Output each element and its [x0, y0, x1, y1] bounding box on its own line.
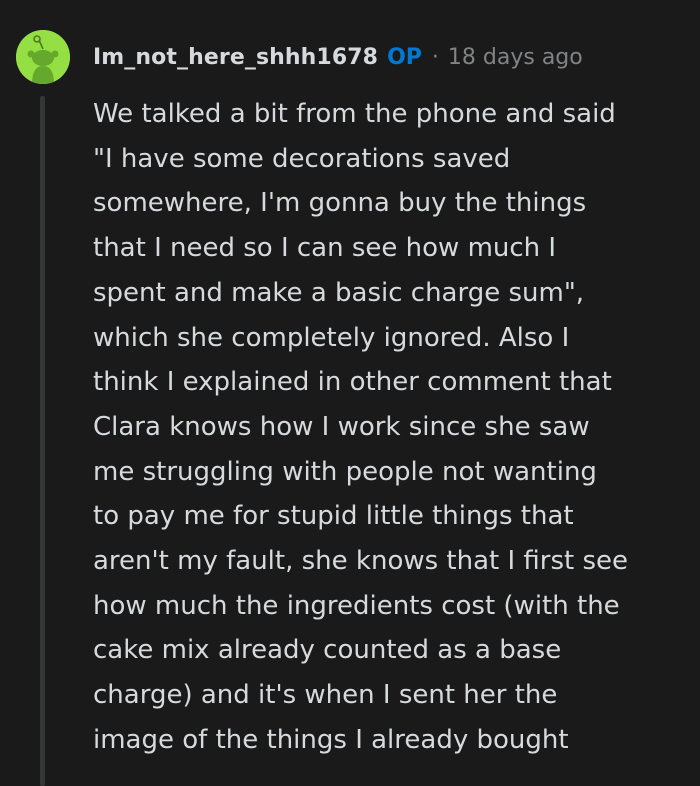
- comment-body-line: to pay me for stupid little things that: [93, 501, 574, 532]
- comment-body-line: me struggling with people not wanting: [93, 456, 597, 487]
- op-badge: OP: [387, 44, 422, 70]
- comment-body-line: somewhere, I'm gonna buy the things: [93, 188, 587, 219]
- comment-body-line: Clara knows how I work since she saw: [93, 411, 590, 442]
- comment-body: We talked a bit from the phone and said …: [93, 92, 683, 763]
- comment-body-line: We talked a bit from the phone and said: [93, 99, 616, 129]
- comment: Im_not_here_shhh1678 OP · 18 days ago We…: [0, 0, 700, 786]
- comment-body-line: think I explained in other comment that: [93, 367, 612, 398]
- thread-collapse-line[interactable]: [40, 96, 45, 786]
- comment-body-line: cake mix already counted as a base: [93, 635, 562, 666]
- comment-body-line: spent and make a basic charge sum",: [93, 277, 585, 308]
- author-username[interactable]: Im_not_here_shhh1678: [93, 45, 378, 70]
- comment-timestamp[interactable]: 18 days ago: [448, 45, 583, 70]
- comment-header: Im_not_here_shhh1678 OP · 18 days ago: [93, 37, 583, 77]
- snoo-avatar-icon: [16, 30, 70, 84]
- comment-body-line: aren't my fault, she knows that I first …: [93, 546, 629, 577]
- separator-dot: ·: [431, 44, 439, 70]
- avatar[interactable]: [16, 30, 70, 84]
- comment-body-line: image of the things I already bought: [93, 724, 569, 755]
- comment-body-line: which she completely ignored. Also I: [93, 322, 570, 353]
- comment-body-line: "I have some decorations saved: [93, 143, 511, 174]
- comment-body-line: how much the ingredients cost (with the: [93, 590, 620, 621]
- comment-body-line: that I need so I can see how much I: [93, 233, 557, 264]
- comment-body-line: charge) and it's when I sent her the: [93, 680, 558, 711]
